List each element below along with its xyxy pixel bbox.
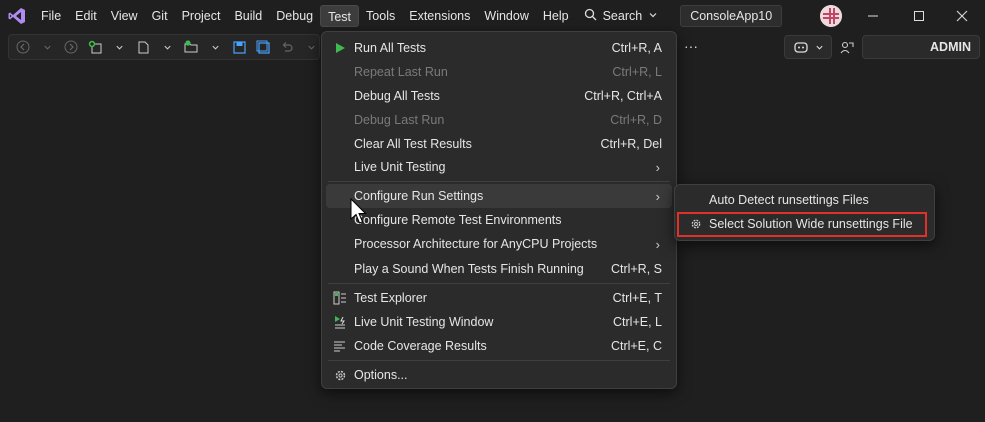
new-project-icon[interactable]	[87, 39, 103, 55]
menu-item-configure-run-settings[interactable]: Configure Run Settings ›	[326, 184, 672, 208]
search-box[interactable]: Search	[576, 5, 667, 27]
search-label: Search	[602, 9, 643, 23]
menu-item-options[interactable]: Options...	[326, 363, 672, 387]
menu-item-code-coverage-results[interactable]: Code Coverage Results Ctrl+E, C	[326, 334, 672, 358]
run-icon	[328, 36, 352, 60]
minimize-button[interactable]	[850, 0, 896, 32]
menu-item-debug-last-run[interactable]: Debug Last Run Ctrl+R, D	[326, 108, 672, 132]
undo-icon[interactable]	[279, 39, 295, 55]
menu-separator	[328, 360, 670, 361]
chevron-right-icon: ›	[655, 236, 660, 252]
menu-edit[interactable]: Edit	[68, 5, 104, 27]
toolbar-overflow-button[interactable]: ···	[680, 36, 702, 58]
live-unit-testing-icon	[328, 310, 352, 334]
menu-item-configure-remote-test-environments[interactable]: Configure Remote Test Environments	[326, 208, 672, 232]
menu-item-live-unit-testing-window[interactable]: Live Unit Testing Window Ctrl+E, L	[326, 310, 672, 334]
menu-item-play-sound[interactable]: Play a Sound When Tests Finish Running C…	[326, 257, 672, 281]
test-explorer-icon	[328, 286, 352, 310]
menu-item-test-explorer[interactable]: Test Explorer Ctrl+E, T	[326, 286, 672, 310]
user-avatar-icon[interactable]	[820, 5, 842, 27]
chevron-down-icon[interactable]	[111, 39, 127, 55]
menu-help[interactable]: Help	[536, 5, 576, 27]
save-icon[interactable]	[231, 39, 247, 55]
menu-view[interactable]: View	[104, 5, 145, 27]
menu-build[interactable]: Build	[227, 5, 269, 27]
menu-debug[interactable]: Debug	[269, 5, 320, 27]
chevron-down-icon	[648, 9, 658, 23]
menu-item-debug-all-tests[interactable]: Debug All Tests Ctrl+R, Ctrl+A	[326, 84, 672, 108]
solution-name-badge[interactable]: ConsoleApp10	[680, 5, 783, 27]
search-icon	[584, 8, 597, 24]
menu-project[interactable]: Project	[175, 5, 228, 27]
code-coverage-icon	[328, 334, 352, 358]
menu-item-processor-architecture[interactable]: Processor Architecture for AnyCPU Projec…	[326, 232, 672, 256]
menu-git[interactable]: Git	[145, 5, 175, 27]
menu-window[interactable]: Window	[477, 5, 535, 27]
menu-item-live-unit-testing[interactable]: Live Unit Testing ›	[326, 155, 672, 179]
copilot-button[interactable]	[784, 35, 832, 59]
menu-item-run-all-tests[interactable]: Run All Tests Ctrl+R, A	[326, 36, 672, 60]
chevron-down-icon[interactable]	[303, 39, 319, 55]
chevron-down-icon[interactable]	[207, 39, 223, 55]
live-share-button[interactable]	[836, 35, 858, 59]
chevron-right-icon: ›	[655, 159, 660, 175]
navigate-forward-icon[interactable]	[63, 39, 79, 55]
save-all-icon[interactable]	[255, 39, 271, 55]
menu-item-auto-detect-runsettings[interactable]: Auto Detect runsettings Files	[679, 189, 930, 211]
visual-studio-logo-icon[interactable]	[0, 0, 34, 32]
close-button[interactable]	[939, 0, 985, 32]
copilot-icon	[793, 42, 808, 53]
chevron-right-icon: ›	[655, 188, 660, 204]
menu-test[interactable]: Test	[320, 5, 360, 27]
highlight-annotation	[677, 212, 927, 237]
chevron-down-icon[interactable]	[39, 39, 55, 55]
menu-extensions[interactable]: Extensions	[402, 5, 477, 27]
mouse-cursor-icon	[350, 198, 367, 224]
menu-separator	[328, 283, 670, 284]
menu-item-repeat-last-run[interactable]: Repeat Last Run Ctrl+R, L	[326, 60, 672, 84]
menu-tools[interactable]: Tools	[359, 5, 402, 27]
close-icon	[956, 10, 968, 22]
menu-item-clear-all-test-results[interactable]: Clear All Test Results Ctrl+R, Del	[326, 132, 672, 156]
account-button[interactable]: ADMIN	[862, 35, 980, 59]
test-menu-dropdown: Run All Tests Ctrl+R, A Repeat Last Run …	[321, 31, 677, 389]
maximize-button[interactable]	[896, 0, 942, 32]
open-folder-icon[interactable]	[183, 39, 199, 55]
chevron-down-icon[interactable]	[159, 39, 175, 55]
toolbar-button-group	[8, 34, 320, 60]
add-item-icon[interactable]	[135, 39, 151, 55]
live-share-icon	[840, 41, 854, 53]
menu-file[interactable]: File	[34, 5, 68, 27]
chevron-down-icon	[815, 45, 823, 50]
minimize-icon	[868, 15, 878, 17]
gear-icon	[328, 363, 352, 387]
maximize-icon	[914, 11, 924, 21]
navigate-back-icon[interactable]	[15, 39, 31, 55]
menu-separator	[328, 181, 670, 182]
